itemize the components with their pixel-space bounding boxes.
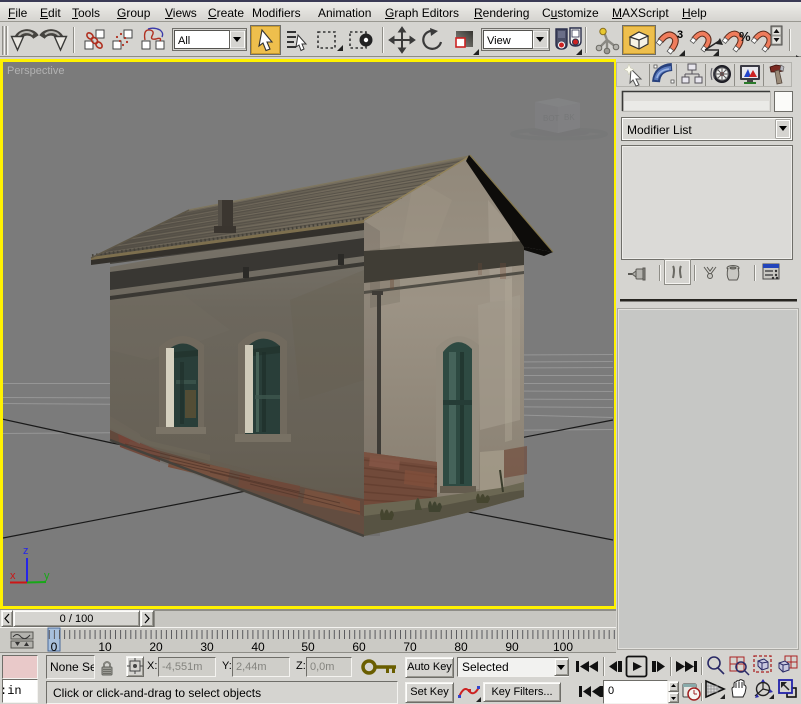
svg-text:x: x: [10, 570, 16, 582]
svg-text:Modifier List: Modifier List: [627, 123, 692, 137]
svg-text:View: View: [487, 35, 511, 47]
svg-text:BK: BK: [564, 113, 575, 122]
svg-text:70: 70: [403, 640, 417, 653]
svg-text:0: 0: [51, 640, 58, 653]
svg-text:z: z: [23, 545, 29, 557]
svg-text:50: 50: [301, 640, 315, 653]
svg-text:BOT: BOT: [543, 114, 560, 123]
svg-text:%: %: [739, 29, 751, 44]
svg-text:60: 60: [352, 640, 366, 653]
svg-text:All: All: [178, 35, 190, 47]
svg-text:100: 100: [553, 640, 573, 653]
svg-text:80: 80: [454, 640, 468, 653]
svg-text:30: 30: [200, 640, 214, 653]
svg-text:3: 3: [677, 29, 683, 41]
svg-text:20: 20: [149, 640, 163, 653]
svg-text:y: y: [44, 570, 50, 582]
svg-text:90: 90: [505, 640, 519, 653]
svg-text:10: 10: [98, 640, 112, 653]
svg-text:40: 40: [251, 640, 265, 653]
